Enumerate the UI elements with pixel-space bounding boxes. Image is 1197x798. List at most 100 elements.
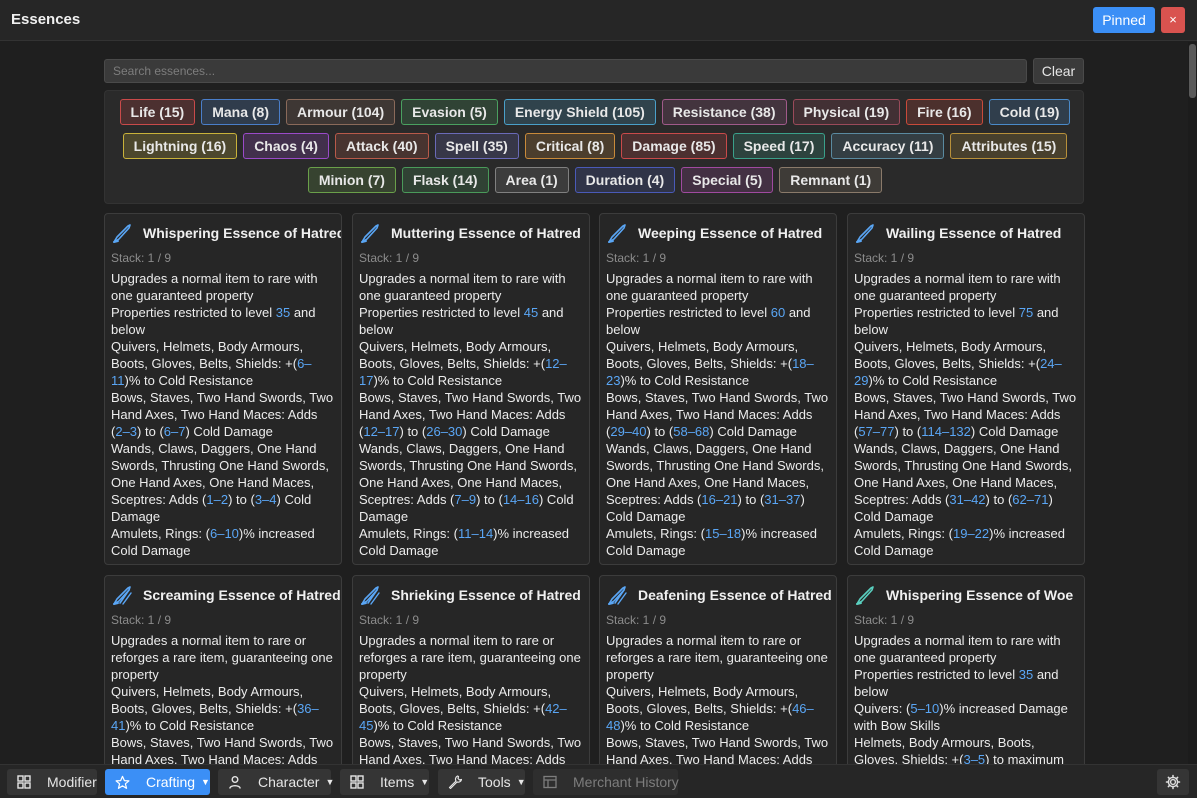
filter-tag[interactable]: Evasion (5) <box>401 99 498 125</box>
filter-tag[interactable]: Area (1) <box>494 167 569 193</box>
description-line: Upgrades a normal item to rare or reforg… <box>111 632 339 683</box>
description-text: )% to Cold Resistance <box>125 718 255 733</box>
stack-size: Stack: 1 / 9 <box>606 251 667 265</box>
filter-tag[interactable]: Resistance (38) <box>661 99 787 125</box>
table-icon <box>543 775 565 789</box>
filter-tag[interactable]: Minion (7) <box>307 167 396 193</box>
description-text: ) Cold Damage <box>709 424 797 439</box>
value-range: 45 <box>523 305 539 320</box>
description-text: Amulets, Rings: ( <box>359 526 458 541</box>
description-text: Upgrades a normal item to rare or reforg… <box>111 633 333 682</box>
description-line: Bows, Staves, Two Hand Swords, Two Hand … <box>359 734 587 764</box>
essence-card[interactable]: Screaming Essence of Hatred Stack: 1 / 9 U… <box>104 575 342 764</box>
card-title: Weeping Essence of Hatred <box>638 225 823 241</box>
clear-button[interactable]: Clear <box>1033 58 1084 84</box>
hatred-essence-icon <box>606 222 628 244</box>
filter-tag[interactable]: Special (5) <box>681 167 774 193</box>
value-range: 57–77 <box>858 424 895 439</box>
description-text: ) to ( <box>894 424 922 439</box>
filter-tag[interactable]: Energy Shield (105) <box>503 99 656 125</box>
essence-card[interactable]: Whispering Essence of Woe Stack: 1 / 9 Upg… <box>847 575 1085 764</box>
card-title: Wailing Essence of Hatred <box>886 225 1062 241</box>
description-text: Upgrades a normal item to rare with one … <box>606 271 813 303</box>
description-text: Properties restricted to level <box>359 305 524 320</box>
card-title: Deafening Essence of Hatred <box>638 587 832 603</box>
stack-size: Stack: 1 / 9 <box>111 613 172 627</box>
filter-tag[interactable]: Duration (4) <box>574 167 676 193</box>
window-title: Essences <box>11 11 81 28</box>
description-line: Amulets, Rings: (11–14)% increased Cold … <box>359 525 587 559</box>
value-range: 35 <box>275 305 291 320</box>
description-text: Quivers, Helmets, Body Armours, Boots, G… <box>359 339 552 371</box>
filter-tag[interactable]: Fire (16) <box>906 99 983 125</box>
essence-card[interactable]: Shrieking Essence of Hatred Stack: 1 / 9 U… <box>352 575 590 764</box>
filter-tag[interactable]: Speed (17) <box>732 133 826 159</box>
filter-tag[interactable]: Attack (40) <box>334 133 429 159</box>
stack-size: Stack: 1 / 9 <box>854 613 915 627</box>
filter-tag[interactable]: Spell (35) <box>434 133 519 159</box>
description-text: ) to ( <box>985 492 1013 507</box>
chevron-down-icon: ▼ <box>325 777 335 787</box>
filter-tag[interactable]: Lightning (16) <box>122 133 238 159</box>
description-line: Wands, Claws, Daggers, One Hand Swords, … <box>359 440 587 525</box>
card-title: Whispering Essence of Hatred <box>143 225 342 241</box>
nav-items[interactable]: Items ▼ <box>340 769 429 795</box>
close-button[interactable]: × <box>1161 7 1185 33</box>
description-line: Bows, Staves, Two Hand Swords, Two Hand … <box>854 389 1082 440</box>
essence-card[interactable]: Wailing Essence of Hatred Stack: 1 / 9 Upg… <box>847 213 1085 565</box>
pinned-button[interactable]: Pinned <box>1093 7 1155 33</box>
nav-modifier[interactable]: Modifier <box>7 769 97 795</box>
description-line: Wands, Claws, Daggers, One Hand Swords, … <box>854 440 1082 525</box>
description-line: Properties restricted to level 60 and be… <box>606 304 834 338</box>
search-input[interactable] <box>104 59 1027 83</box>
filter-tag[interactable]: Physical (19) <box>792 99 901 125</box>
description-text: Upgrades a normal item to rare with one … <box>854 633 1061 665</box>
filter-tag[interactable]: Cold (19) <box>988 99 1071 125</box>
filter-tag[interactable]: Flask (14) <box>401 167 489 193</box>
description-text: Amulets, Rings: ( <box>606 526 705 541</box>
filter-tag[interactable]: Remnant (1) <box>779 167 883 193</box>
filter-tag[interactable]: Critical (8) <box>524 133 616 159</box>
scrollbar-thumb[interactable] <box>1189 44 1196 98</box>
filter-tag[interactable]: Accuracy (11) <box>831 133 945 159</box>
card-description: Upgrades a normal item to rare with one … <box>111 270 339 559</box>
nav-character[interactable]: Character ▼ <box>218 769 335 795</box>
person-icon <box>228 775 250 789</box>
value-range: 6–10 <box>209 526 239 541</box>
filter-tag[interactable]: Chaos (4) <box>243 133 329 159</box>
essence-card[interactable]: Deafening Essence of Hatred Stack: 1 / 9 U… <box>599 575 837 764</box>
scrollbar[interactable] <box>1188 42 1197 764</box>
description-text: ) to ( <box>137 424 164 439</box>
filter-tag[interactable]: Attributes (15) <box>950 133 1068 159</box>
description-line: Wands, Claws, Daggers, One Hand Swords, … <box>606 440 834 525</box>
filter-tag[interactable]: Life (15) <box>119 99 196 125</box>
description-line: Quivers, Helmets, Body Armours, Boots, G… <box>854 338 1082 389</box>
description-line: Properties restricted to level 75 and be… <box>854 304 1082 338</box>
hatred-essence-icon <box>359 584 381 606</box>
description-text: )% to Cold Resistance <box>373 373 503 388</box>
description-line: Quivers: (5–10)% increased Damage with B… <box>854 700 1082 734</box>
value-range: 6–7 <box>163 424 186 439</box>
description-text: Quivers, Helmets, Body Armours, Boots, G… <box>359 684 552 716</box>
essence-browser: Clear Life (15)Mana (8)Armour (104)Evasi… <box>0 42 1187 764</box>
card-header: Whispering Essence of Hatred <box>111 222 342 244</box>
filter-tag[interactable]: Damage (85) <box>621 133 727 159</box>
filter-tag[interactable]: Armour (104) <box>286 99 396 125</box>
nav-tools[interactable]: Tools ▼ <box>438 769 526 795</box>
settings-button[interactable] <box>1157 769 1189 795</box>
nav-merchant-history[interactable]: Merchant History <box>533 769 679 795</box>
value-range: 29–40 <box>610 424 647 439</box>
value-range: 2–3 <box>115 424 138 439</box>
tag-filter-panel: Life (15) Mana (8) Armour (104) Evasion (5)… <box>104 90 1084 204</box>
filter-tag[interactable]: Mana (8) <box>201 99 280 125</box>
description-text: ) Cold Damage <box>462 424 550 439</box>
value-range: 3–4 <box>254 492 277 507</box>
essence-card[interactable]: Muttering Essence of Hatred Stack: 1 / 9 U… <box>352 213 590 565</box>
essence-card[interactable]: Weeping Essence of Hatred Stack: 1 / 9 Upg… <box>599 213 837 565</box>
description-text: Upgrades a normal item to rare or reforg… <box>359 633 581 682</box>
nav-crafting[interactable]: Crafting ▼ <box>105 769 210 795</box>
nav-label: Merchant History <box>573 774 679 790</box>
description-text: )% to Cold Resistance <box>868 373 998 388</box>
hatred-essence-icon <box>111 584 133 606</box>
essence-card[interactable]: Whispering Essence of Hatred Stack: 1 / 9… <box>104 213 342 565</box>
